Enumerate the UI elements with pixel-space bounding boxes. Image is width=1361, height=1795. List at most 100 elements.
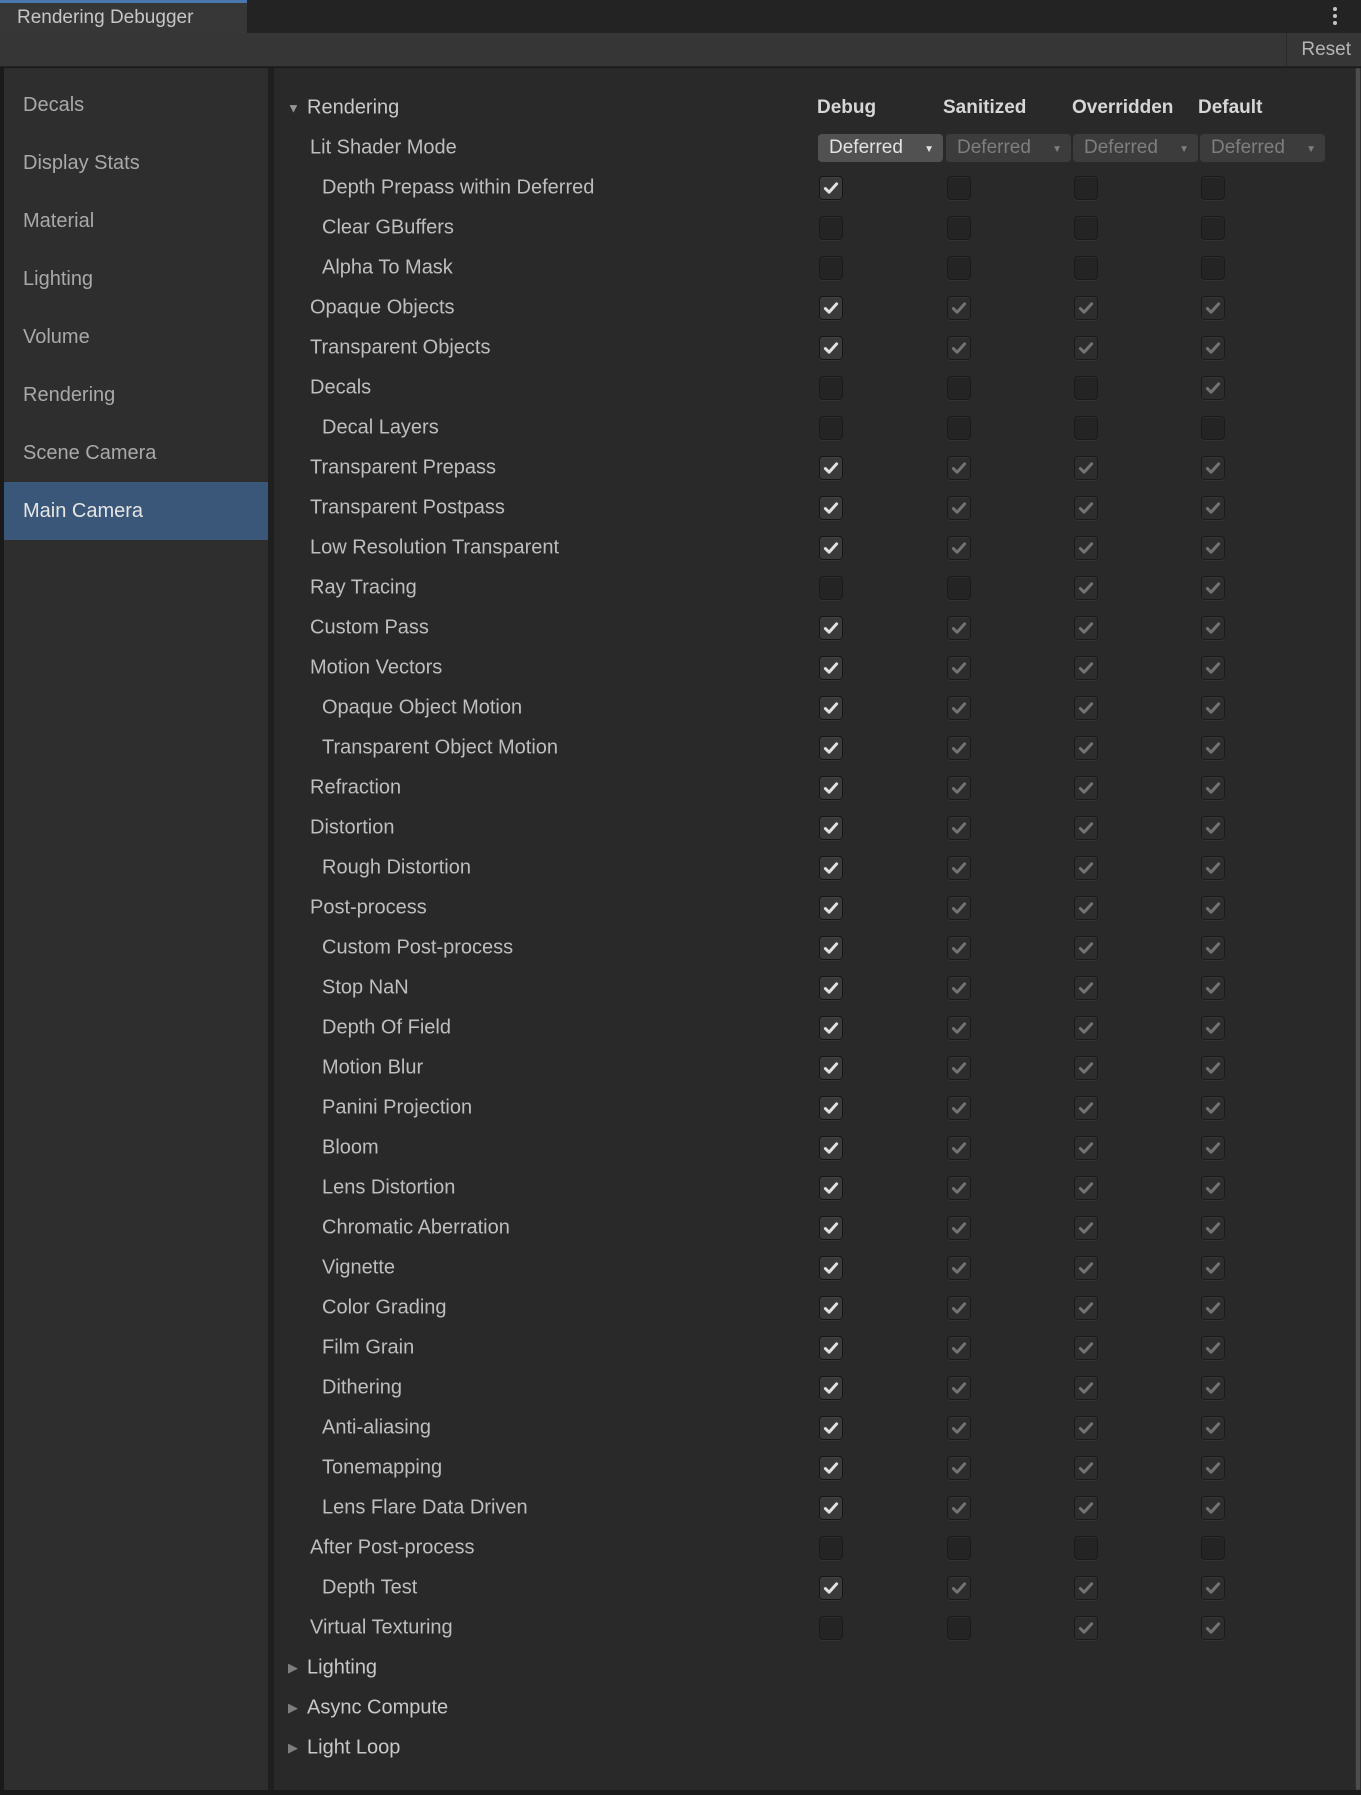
setting-row-opaque-objects: Opaque Objects	[274, 288, 1351, 328]
checkmark-icon	[950, 979, 968, 997]
checkmark-icon	[950, 859, 968, 877]
debug-checkbox[interactable]	[819, 1176, 843, 1200]
scrollbar[interactable]	[1355, 68, 1361, 1790]
overridden-checkbox	[1074, 1176, 1098, 1200]
setting-label: Chromatic Aberration	[322, 1217, 510, 1240]
debug-checkbox[interactable]	[819, 1616, 843, 1640]
setting-row-decal-layers: Decal Layers	[274, 408, 1351, 448]
setting-label: Bloom	[322, 1137, 379, 1160]
debug-checkbox[interactable]	[819, 1376, 843, 1400]
foldout-closed-icon[interactable]: ▶	[288, 1660, 298, 1676]
default-checkbox	[1201, 1096, 1225, 1120]
sidebar-item-lighting[interactable]: Lighting	[4, 250, 268, 308]
debug-checkbox[interactable]	[819, 416, 843, 440]
debug-checkbox[interactable]	[819, 216, 843, 240]
setting-row-rough-distortion: Rough Distortion	[274, 848, 1351, 888]
sidebar-item-scene-camera[interactable]: Scene Camera	[4, 424, 268, 482]
checkmark-icon	[1204, 619, 1222, 637]
debug-checkbox[interactable]	[819, 296, 843, 320]
setting-label: Lens Flare Data Driven	[322, 1497, 528, 1520]
default-checkbox	[1201, 936, 1225, 960]
default-checkbox	[1201, 1216, 1225, 1240]
debug-checkbox[interactable]	[819, 736, 843, 760]
sidebar-item-volume[interactable]: Volume	[4, 308, 268, 366]
checkmark-icon	[950, 459, 968, 477]
setting-row-transparent-prepass: Transparent Prepass	[274, 448, 1351, 488]
debug-checkbox[interactable]	[819, 1016, 843, 1040]
collapsed-section-async-compute[interactable]: ▶Async Compute	[274, 1688, 1351, 1728]
setting-label: Low Resolution Transparent	[310, 537, 559, 560]
foldout-open-icon[interactable]: ▼	[287, 101, 300, 116]
default-checkbox	[1201, 1416, 1225, 1440]
section-title[interactable]: Rendering	[307, 97, 399, 120]
sidebar-item-main-camera[interactable]: Main Camera	[4, 482, 268, 540]
lit-shader-mode-dropdown-debug[interactable]: Deferred ▼	[818, 134, 943, 162]
checkmark-icon	[950, 619, 968, 637]
debug-checkbox[interactable]	[819, 576, 843, 600]
sidebar-item-decals[interactable]: Decals	[4, 76, 268, 134]
checkmark-icon	[950, 339, 968, 357]
debug-checkbox[interactable]	[819, 776, 843, 800]
debug-checkbox[interactable]	[819, 1256, 843, 1280]
checkmark-icon	[822, 1419, 840, 1437]
checkmark-icon	[950, 499, 968, 517]
tab-rendering-debugger[interactable]: Rendering Debugger	[0, 0, 247, 33]
debug-checkbox[interactable]	[819, 656, 843, 680]
sanitized-checkbox	[947, 296, 971, 320]
debug-checkbox[interactable]	[819, 816, 843, 840]
column-header-overridden: Overridden	[1072, 97, 1173, 119]
debug-checkbox[interactable]	[819, 1216, 843, 1240]
debug-checkbox[interactable]	[819, 1576, 843, 1600]
debug-checkbox[interactable]	[819, 1136, 843, 1160]
debug-checkbox[interactable]	[819, 1096, 843, 1120]
overridden-checkbox	[1074, 296, 1098, 320]
debug-checkbox[interactable]	[819, 896, 843, 920]
debug-checkbox[interactable]	[819, 1296, 843, 1320]
debug-checkbox[interactable]	[819, 336, 843, 360]
setting-row-refraction: Refraction	[274, 768, 1351, 808]
debug-checkbox[interactable]	[819, 1056, 843, 1080]
checkmark-icon	[1204, 659, 1222, 677]
setting-label: Custom Post-process	[322, 937, 513, 960]
debug-checkbox[interactable]	[819, 456, 843, 480]
sidebar-item-rendering[interactable]: Rendering	[4, 366, 268, 424]
debug-checkbox[interactable]	[819, 496, 843, 520]
foldout-closed-icon[interactable]: ▶	[288, 1700, 298, 1716]
debug-checkbox[interactable]	[819, 1416, 843, 1440]
setting-row-color-grading: Color Grading	[274, 1288, 1351, 1328]
debug-checkbox[interactable]	[819, 936, 843, 960]
debug-checkbox[interactable]	[819, 536, 843, 560]
setting-row-bloom: Bloom	[274, 1128, 1351, 1168]
checkmark-icon	[950, 1179, 968, 1197]
dropdown-arrow-icon: ▼	[924, 144, 934, 155]
debug-checkbox[interactable]	[819, 376, 843, 400]
checkmark-icon	[1077, 899, 1095, 917]
debug-checkbox[interactable]	[819, 696, 843, 720]
setting-label: Post-process	[310, 897, 427, 920]
debug-checkbox[interactable]	[819, 856, 843, 880]
debug-checkbox[interactable]	[819, 1536, 843, 1560]
checkmark-icon	[1077, 1499, 1095, 1517]
collapsed-section-light-loop[interactable]: ▶Light Loop	[274, 1728, 1351, 1768]
checkmark-icon	[1204, 779, 1222, 797]
debug-checkbox[interactable]	[819, 1336, 843, 1360]
collapsed-section-lighting[interactable]: ▶Lighting	[274, 1648, 1351, 1688]
debug-checkbox[interactable]	[819, 976, 843, 1000]
sidebar-item-display-stats[interactable]: Display Stats	[4, 134, 268, 192]
checkmark-icon	[1077, 1419, 1095, 1437]
kebab-menu-icon[interactable]	[1333, 7, 1337, 25]
debug-checkbox[interactable]	[819, 1496, 843, 1520]
column-header-default: Default	[1198, 97, 1262, 119]
reset-button[interactable]: Reset	[1286, 33, 1361, 66]
checkmark-icon	[1204, 459, 1222, 477]
overridden-checkbox	[1074, 736, 1098, 760]
debug-checkbox[interactable]	[819, 616, 843, 640]
checkmark-icon	[950, 1419, 968, 1437]
checkmark-icon	[822, 939, 840, 957]
sidebar-item-material[interactable]: Material	[4, 192, 268, 250]
debug-checkbox[interactable]	[819, 1456, 843, 1480]
default-checkbox	[1201, 896, 1225, 920]
debug-checkbox[interactable]	[819, 176, 843, 200]
foldout-closed-icon[interactable]: ▶	[288, 1740, 298, 1756]
debug-checkbox[interactable]	[819, 256, 843, 280]
